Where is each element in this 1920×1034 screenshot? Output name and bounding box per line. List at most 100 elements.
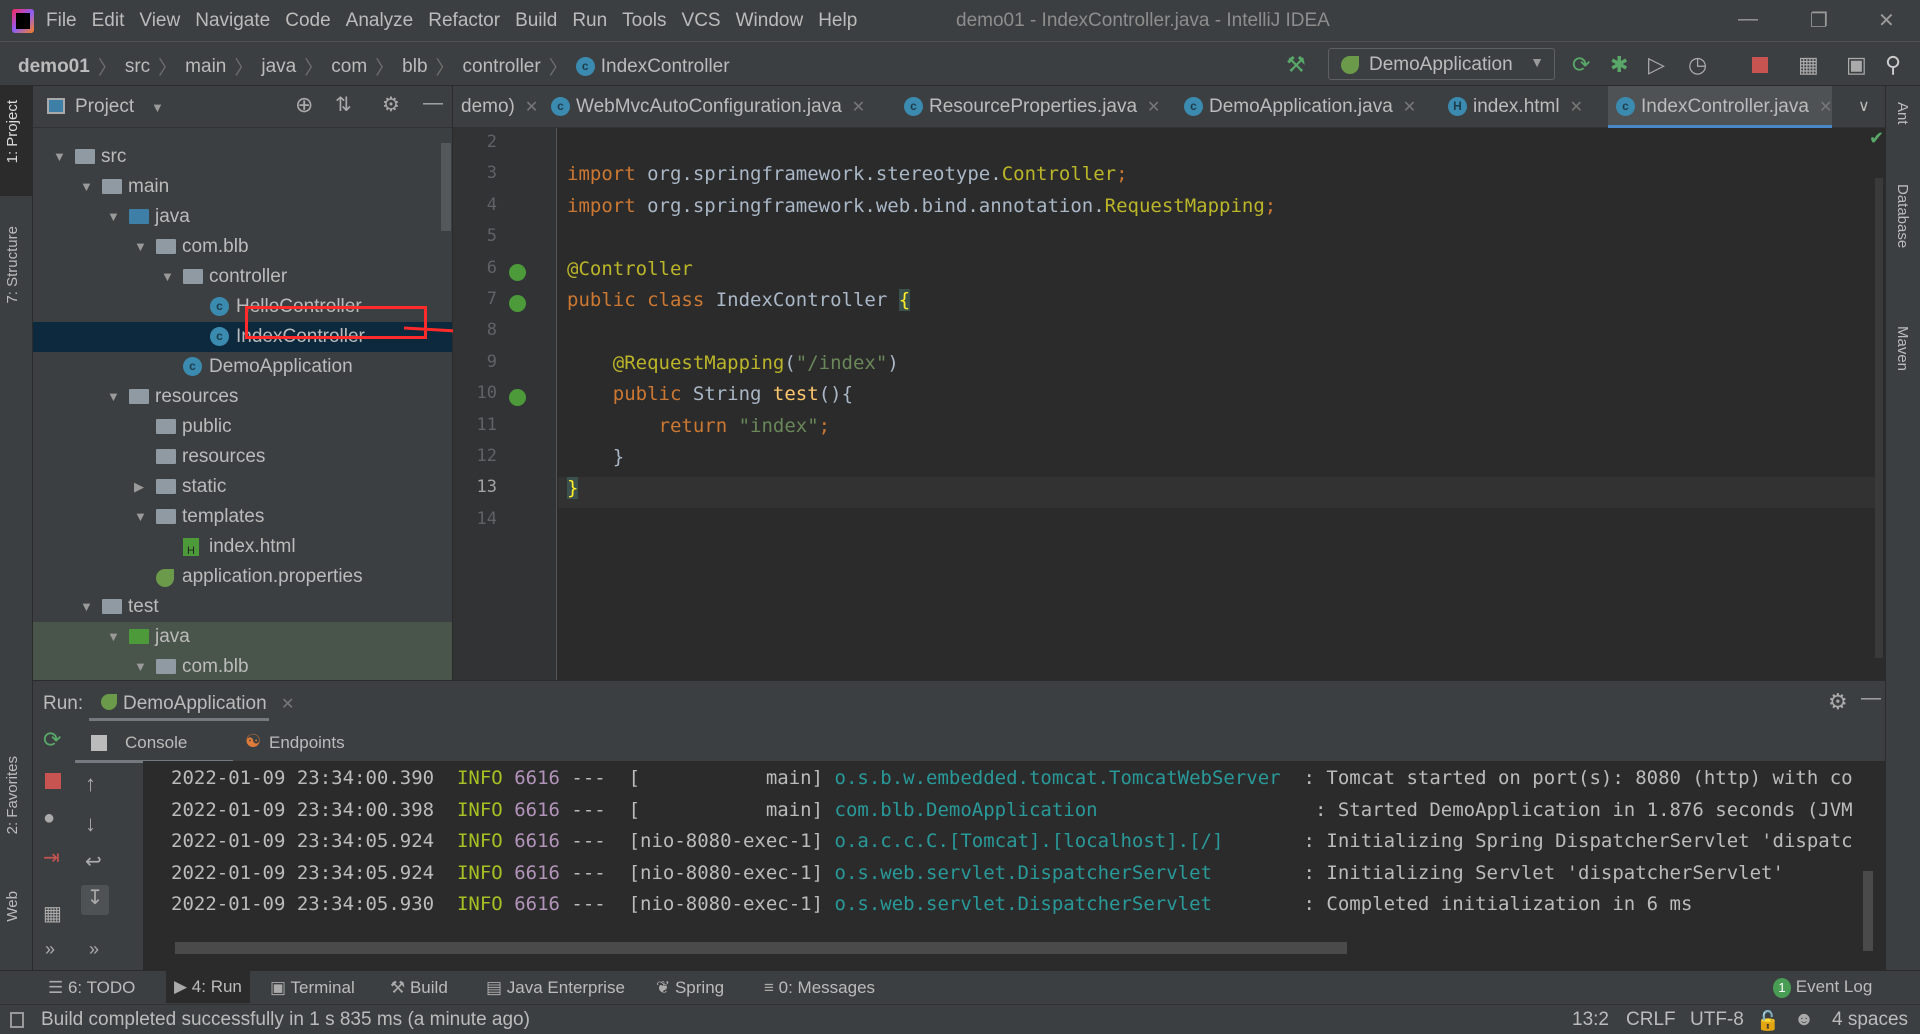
stop-icon[interactable] xyxy=(1752,57,1768,73)
menu-edit[interactable]: Edit xyxy=(92,10,125,32)
console-output[interactable]: 2022-01-09 23:34:00.390 INFO 6616 --- [ … xyxy=(143,761,1885,971)
expanded-arrow-icon[interactable]: ▼ xyxy=(107,622,120,652)
gear-icon[interactable]: ⚙ xyxy=(1828,689,1848,715)
expanded-arrow-icon[interactable]: ▼ xyxy=(53,142,66,172)
tool-tab-messages[interactable]: ≡ 0: Messages xyxy=(764,978,875,998)
file-encoding[interactable]: UTF-8 xyxy=(1690,1009,1744,1031)
tool-tab-run[interactable]: ▶ 4: Run xyxy=(166,971,250,1003)
tool-tab-todo[interactable]: ☰ 6: TODO xyxy=(48,978,135,998)
line-separator[interactable]: CRLF xyxy=(1626,1009,1676,1031)
expanded-arrow-icon[interactable]: ▼ xyxy=(161,262,174,292)
expanded-arrow-icon[interactable]: ▼ xyxy=(80,172,93,202)
tree-item[interactable]: ▼ main xyxy=(33,172,452,202)
tree-item[interactable]: Hindex.html xyxy=(33,532,452,562)
close-tab-icon[interactable]: ✕ xyxy=(281,694,294,714)
breadcrumb-item[interactable]: src xyxy=(125,56,150,78)
web-tool-tab[interactable]: Web xyxy=(4,891,21,922)
collapsed-arrow-icon[interactable]: ▶ xyxy=(134,472,144,502)
editor-tab[interactable]: c DemoApplication.java ✕ xyxy=(1176,86,1416,128)
tool-tab-java-enterprise[interactable]: ▤ Java Enterprise xyxy=(486,978,625,998)
breadcrumb-item[interactable]: c IndexController xyxy=(575,56,730,78)
menu-build[interactable]: Build xyxy=(515,10,557,32)
editor-tab[interactable]: c WebMvcAutoConfiguration.java ✕ xyxy=(543,86,865,128)
tree-item[interactable]: ▼ test xyxy=(33,592,452,622)
tool-tab-spring[interactable]: ❦ Spring xyxy=(656,978,724,998)
log-logger[interactable]: com.blb.DemoApplication xyxy=(835,799,1304,821)
menu-analyze[interactable]: Analyze xyxy=(346,10,414,32)
lock-icon[interactable]: 🔓 xyxy=(1756,1009,1780,1033)
editor-tab[interactable]: demo) ✕ xyxy=(453,86,538,128)
tree-item[interactable]: c DemoApplication xyxy=(33,352,452,382)
menu-navigate[interactable]: Navigate xyxy=(195,10,270,32)
tree-item[interactable]: public xyxy=(33,412,452,442)
camera-icon[interactable]: ● xyxy=(43,807,55,830)
profile-icon[interactable]: ◷ xyxy=(1688,52,1707,78)
log-logger[interactable]: o.s.web.servlet.DispatcherServlet xyxy=(835,862,1293,884)
chevron-down-icon[interactable]: ▼ xyxy=(151,100,164,115)
menu-help[interactable]: Help xyxy=(818,10,857,32)
menu-run[interactable]: Run xyxy=(572,10,607,32)
run-config-tab[interactable]: DemoApplication ✕ xyxy=(89,681,294,721)
rerun-icon[interactable]: ⟳ xyxy=(43,727,61,753)
tree-item[interactable]: ▼ com.blb xyxy=(33,232,452,262)
tree-item[interactable]: ▼ java xyxy=(33,622,452,652)
editor-tab[interactable]: c IndexController.java ✕ xyxy=(1608,86,1833,128)
endpoints-tab[interactable]: ☯ Endpoints xyxy=(239,729,359,763)
layout-icon[interactable]: ▦ xyxy=(43,901,62,926)
menu-refactor[interactable]: Refactor xyxy=(428,10,500,32)
breadcrumb-item[interactable]: controller xyxy=(463,56,541,78)
terminal-toggle-icon[interactable]: ▣ xyxy=(1846,52,1867,78)
arrow-up-icon[interactable]: ↑ xyxy=(85,771,96,797)
soft-wrap-icon[interactable]: ↩ xyxy=(85,849,102,874)
tab-list-chevron-icon[interactable]: ∨ xyxy=(1858,96,1870,116)
more-icon[interactable]: » xyxy=(89,939,99,960)
coverage-icon[interactable]: ▷ xyxy=(1648,52,1665,78)
gear-icon[interactable]: ⚙ xyxy=(382,92,400,117)
arrow-down-icon[interactable]: ↓ xyxy=(85,811,96,837)
tree-item[interactable]: ▼ src xyxy=(33,142,452,172)
rerun-icon[interactable]: ⟳ xyxy=(1572,52,1590,78)
console-v-scrollbar[interactable] xyxy=(1863,871,1873,951)
editor-tab[interactable]: Hindex.html ✕ xyxy=(1440,86,1583,128)
close-tab-icon[interactable]: ✕ xyxy=(1570,99,1583,116)
expanded-arrow-icon[interactable]: ▼ xyxy=(134,232,147,262)
hide-panel-icon[interactable]: — xyxy=(1861,687,1881,710)
editor-tab[interactable]: c ResourceProperties.java ✕ xyxy=(896,86,1160,128)
structure-tool-tab[interactable]: 7: Structure xyxy=(4,226,21,304)
log-logger[interactable]: o.s.b.w.embedded.tomcat.TomcatWebServer xyxy=(835,767,1293,789)
expanded-arrow-icon[interactable]: ▼ xyxy=(134,652,147,682)
debug-bug-icon[interactable]: ✱ xyxy=(1610,52,1628,78)
breadcrumb-item[interactable]: main xyxy=(185,56,226,78)
close-tab-icon[interactable]: ✕ xyxy=(852,99,865,116)
console-h-scrollbar[interactable] xyxy=(175,942,1347,954)
project-view-selector[interactable]: Project xyxy=(75,96,134,118)
expanded-arrow-icon[interactable]: ▼ xyxy=(107,382,120,412)
menu-file[interactable]: File xyxy=(46,10,77,32)
favorites-tool-tab[interactable]: 2: Favorites xyxy=(4,756,21,834)
collapse-all-icon[interactable]: ⇅ xyxy=(335,92,352,117)
menu-code[interactable]: Code xyxy=(285,10,330,32)
close-tab-icon[interactable]: ✕ xyxy=(525,99,538,116)
menu-view[interactable]: View xyxy=(139,10,180,32)
exit-icon[interactable]: ⇥ xyxy=(43,845,60,870)
restore-button[interactable]: ❐ xyxy=(1810,8,1828,33)
indent-setting[interactable]: 4 spaces xyxy=(1832,1009,1908,1031)
tree-item[interactable]: ▼ controller xyxy=(33,262,452,292)
tool-tab-build[interactable]: ⚒ Build xyxy=(390,978,448,998)
spring-request-mapping-icon[interactable] xyxy=(509,389,526,407)
tree-item[interactable]: ▼ com.blb xyxy=(33,652,452,682)
console-tab[interactable]: Console xyxy=(75,729,233,763)
toggle-tool-windows-icon[interactable] xyxy=(10,1012,24,1028)
log-logger[interactable]: o.s.web.servlet.DispatcherServlet xyxy=(835,893,1293,915)
stop-icon[interactable] xyxy=(45,773,61,789)
breadcrumb-item[interactable]: com xyxy=(331,56,367,78)
editor-scrollbar[interactable] xyxy=(1875,178,1883,658)
tree-item[interactable]: resources xyxy=(33,442,452,472)
expanded-arrow-icon[interactable]: ▼ xyxy=(107,202,120,232)
caret-position[interactable]: 13:2 xyxy=(1572,1009,1609,1031)
inspector-icon[interactable]: ☻ xyxy=(1794,1009,1814,1031)
tree-scrollbar[interactable] xyxy=(441,143,451,231)
breadcrumb-item[interactable]: blb xyxy=(402,56,427,78)
breadcrumb-project[interactable]: demo01 xyxy=(18,56,90,78)
database-tool-tab[interactable]: Database xyxy=(1894,184,1911,248)
